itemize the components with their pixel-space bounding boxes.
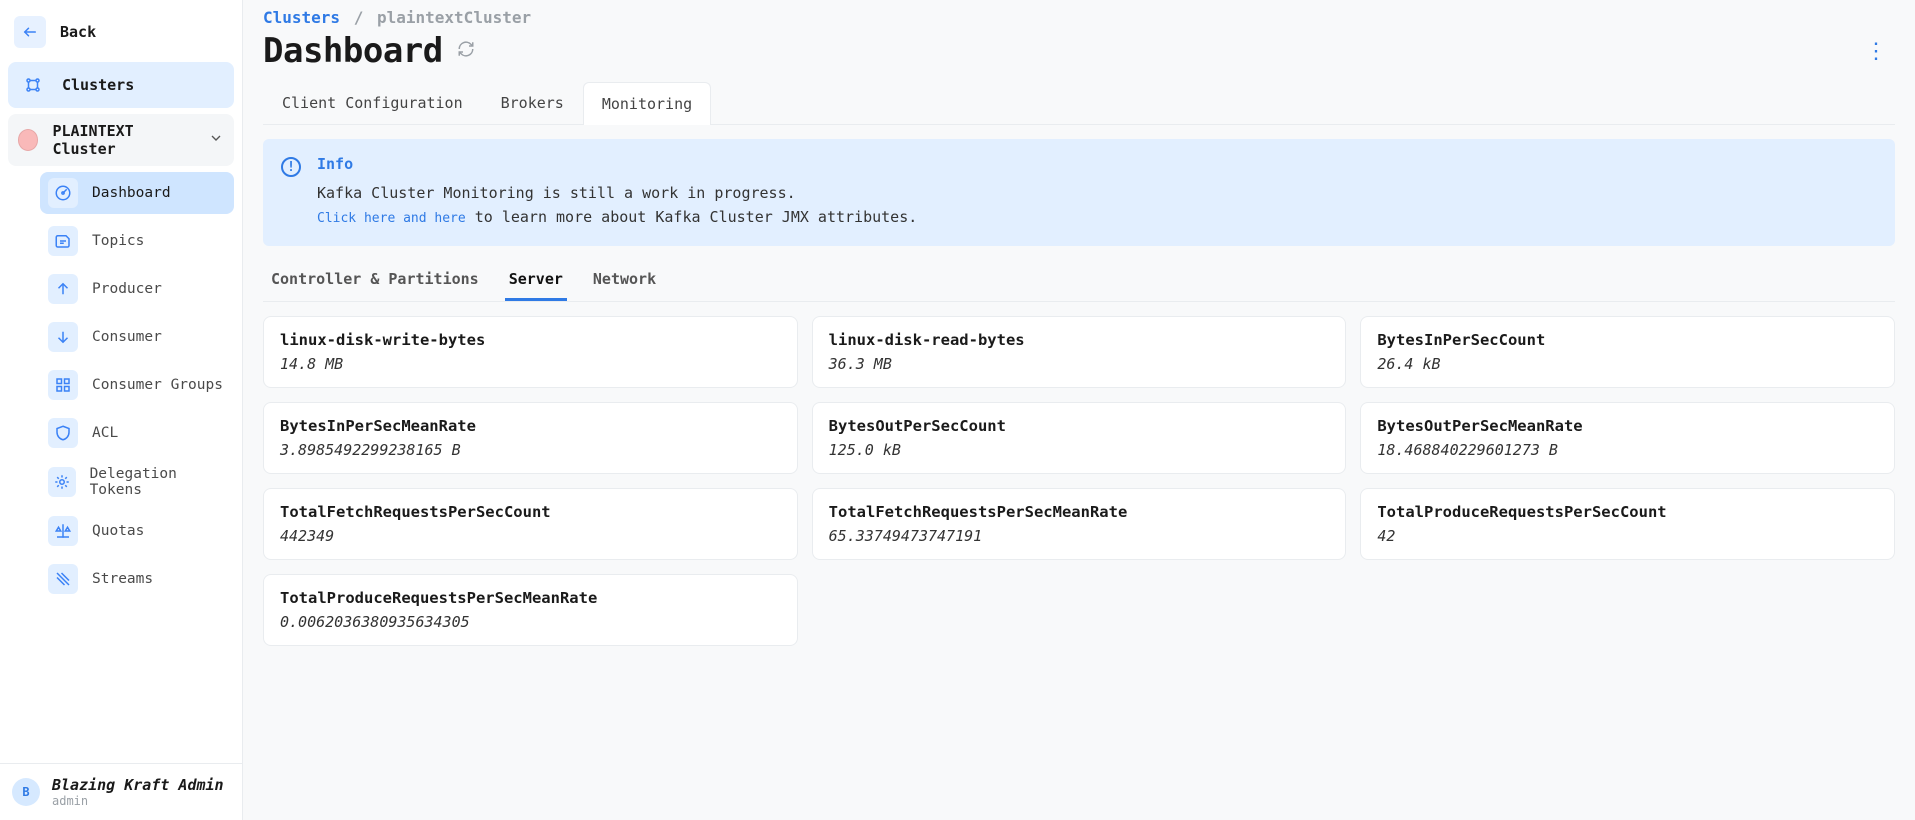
clusters-icon [18,70,48,100]
metric-value: 36.3 MB [829,355,1330,373]
metric-card: BytesOutPerSecMeanRate 18.468840229601273… [1360,402,1895,474]
subtab-server[interactable]: Server [505,260,567,301]
sidebar-item-consumer-groups[interactable]: Consumer Groups [40,364,234,406]
sidebar-item-label: Streams [92,571,153,587]
info-icon: ! [281,157,301,177]
metric-value: 18.468840229601273 B [1377,441,1878,459]
metric-value: 125.0 kB [829,441,1330,459]
subtab-controller-partitions[interactable]: Controller & Partitions [267,260,483,301]
user-name: Blazing Kraft Admin [52,776,224,794]
delegation-tokens-icon [48,467,76,497]
metric-card: BytesInPerSecMeanRate 3.8985492299238165 … [263,402,798,474]
metric-value: 0.0062036380935634305 [280,613,781,631]
metric-title: linux-disk-read-bytes [829,331,1330,349]
sidebar-item-label: Dashboard [92,185,171,201]
metric-title: TotalProduceRequestsPerSecCount [1377,503,1878,521]
producer-icon [48,274,78,304]
consumer-groups-icon [48,370,78,400]
metric-card: TotalProduceRequestsPerSecMeanRate 0.0062… [263,574,798,646]
sidebar-item-label: Topics [92,233,144,249]
chevron-down-icon [208,130,224,150]
page-title: Dashboard [263,31,443,71]
user-role: admin [52,794,224,808]
user-footer[interactable]: B Blazing Kraft Admin admin [0,763,242,820]
metric-value: 26.4 kB [1377,355,1878,373]
back-label: Back [60,23,96,41]
tab-client-configuration[interactable]: Client Configuration [263,81,482,124]
info-title: Info [317,155,917,173]
subtab-network[interactable]: Network [589,260,660,301]
back-button[interactable]: Back [8,8,234,62]
sidebar-item-dashboard[interactable]: Dashboard [40,172,234,214]
metric-card: linux-disk-read-bytes 36.3 MB [812,316,1347,388]
main-tabs: Client ConfigurationBrokersMonitoring [263,81,1895,125]
breadcrumb-current: plaintextCluster [377,8,531,27]
metric-value: 65.33749473747191 [829,527,1330,545]
info-banner: ! Info Kafka Cluster Monitoring is still… [263,139,1895,246]
metric-title: TotalProduceRequestsPerSecMeanRate [280,589,781,607]
metric-card: TotalFetchRequestsPerSecMeanRate 65.33749… [812,488,1347,560]
metric-card: TotalFetchRequestsPerSecCount 442349 [263,488,798,560]
metric-title: BytesOutPerSecCount [829,417,1330,435]
cluster-name-label: PLAINTEXT Cluster [52,122,194,158]
metric-title: BytesInPerSecMeanRate [280,417,781,435]
cluster-status-dot [18,129,38,151]
metric-card: BytesOutPerSecCount 125.0 kB [812,402,1347,474]
sidebar-item-acl[interactable]: ACL [40,412,234,454]
metric-card: BytesInPerSecCount 26.4 kB [1360,316,1895,388]
sidebar-item-label: ACL [92,425,118,441]
metric-cards: linux-disk-write-bytes14.8 MBlinux-disk-… [263,316,1895,646]
refresh-button[interactable] [457,40,475,62]
metric-title: TotalFetchRequestsPerSecMeanRate [829,503,1330,521]
info-link[interactable]: Click here and here [317,211,466,226]
metric-value: 42 [1377,527,1878,545]
breadcrumb-separator: / [354,8,364,27]
sidebar-item-label: Delegation Tokens [90,466,226,498]
sidebar-item-quotas[interactable]: Quotas [40,510,234,552]
sidebar-item-topics[interactable]: Topics [40,220,234,262]
clusters-label: Clusters [62,76,134,94]
sidebar-item-streams[interactable]: Streams [40,558,234,600]
main-content: Clusters / plaintextCluster Dashboard ⋮ … [243,0,1915,820]
avatar: B [12,778,40,806]
cluster-selector[interactable]: PLAINTEXT Cluster [8,114,234,166]
topics-icon [48,226,78,256]
consumer-icon [48,322,78,352]
breadcrumb-root[interactable]: Clusters [263,8,340,27]
sidebar-item-label: Producer [92,281,162,297]
info-line1: Kafka Cluster Monitoring is still a work… [317,184,796,202]
acl-icon [48,418,78,448]
metric-title: BytesOutPerSecMeanRate [1377,417,1878,435]
sidebar-item-label: Consumer [92,329,162,345]
sidebar-item-delegation-tokens[interactable]: Delegation Tokens [40,460,234,504]
more-options-button[interactable]: ⋮ [1857,39,1895,64]
sidebar-item-producer[interactable]: Producer [40,268,234,310]
tab-brokers[interactable]: Brokers [482,81,583,124]
quotas-icon [48,516,78,546]
info-line2: to learn more about Kafka Cluster JMX at… [466,208,918,226]
metric-title: linux-disk-write-bytes [280,331,781,349]
metric-value: 14.8 MB [280,355,781,373]
dashboard-icon [48,178,78,208]
metric-value: 3.8985492299238165 B [280,441,781,459]
metric-title: BytesInPerSecCount [1377,331,1878,349]
metric-card: linux-disk-write-bytes 14.8 MB [263,316,798,388]
breadcrumb: Clusters / plaintextCluster [263,8,1895,27]
metric-value: 442349 [280,527,781,545]
sidebar-item-label: Consumer Groups [92,377,223,393]
sidebar-item-clusters[interactable]: Clusters [8,62,234,108]
metric-title: TotalFetchRequestsPerSecCount [280,503,781,521]
metric-card: TotalProduceRequestsPerSecCount 42 [1360,488,1895,560]
sidebar-item-consumer[interactable]: Consumer [40,316,234,358]
monitoring-subtabs: Controller & Partitions Server Network [263,260,1895,302]
streams-icon [48,564,78,594]
back-arrow-icon [14,16,46,48]
sidebar: Back Clusters PLAINTEXT Cluster [0,0,243,820]
sidebar-item-label: Quotas [92,523,144,539]
tab-monitoring[interactable]: Monitoring [583,82,711,125]
